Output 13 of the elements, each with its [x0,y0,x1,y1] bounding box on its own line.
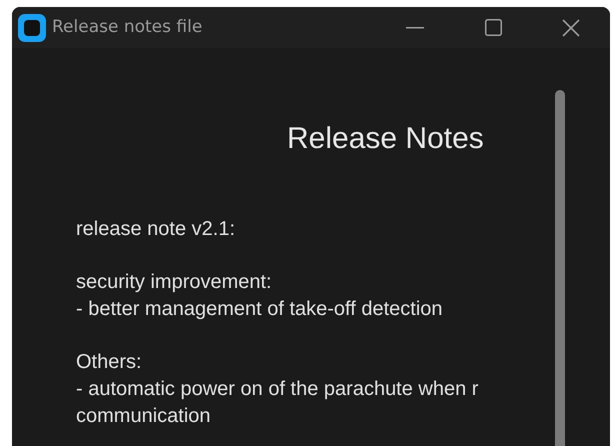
note-line: Others: [76,350,143,375]
note-line: - better management of take-off detection [76,297,444,322]
maximize-icon [484,19,502,36]
note-line: communication [76,404,212,429]
note-line: - automatic power on of the parachute when r [76,377,480,402]
note-line: security improvement: [76,270,273,295]
minimize-icon [406,26,424,28]
close-icon [562,18,580,36]
note-line: release note v2.1: [76,217,236,242]
release-notes-heading: Release Notes [286,121,485,157]
app-icon [18,14,46,42]
scrollbar-thumb[interactable] [555,90,565,446]
window-title: Release notes file [52,16,202,39]
